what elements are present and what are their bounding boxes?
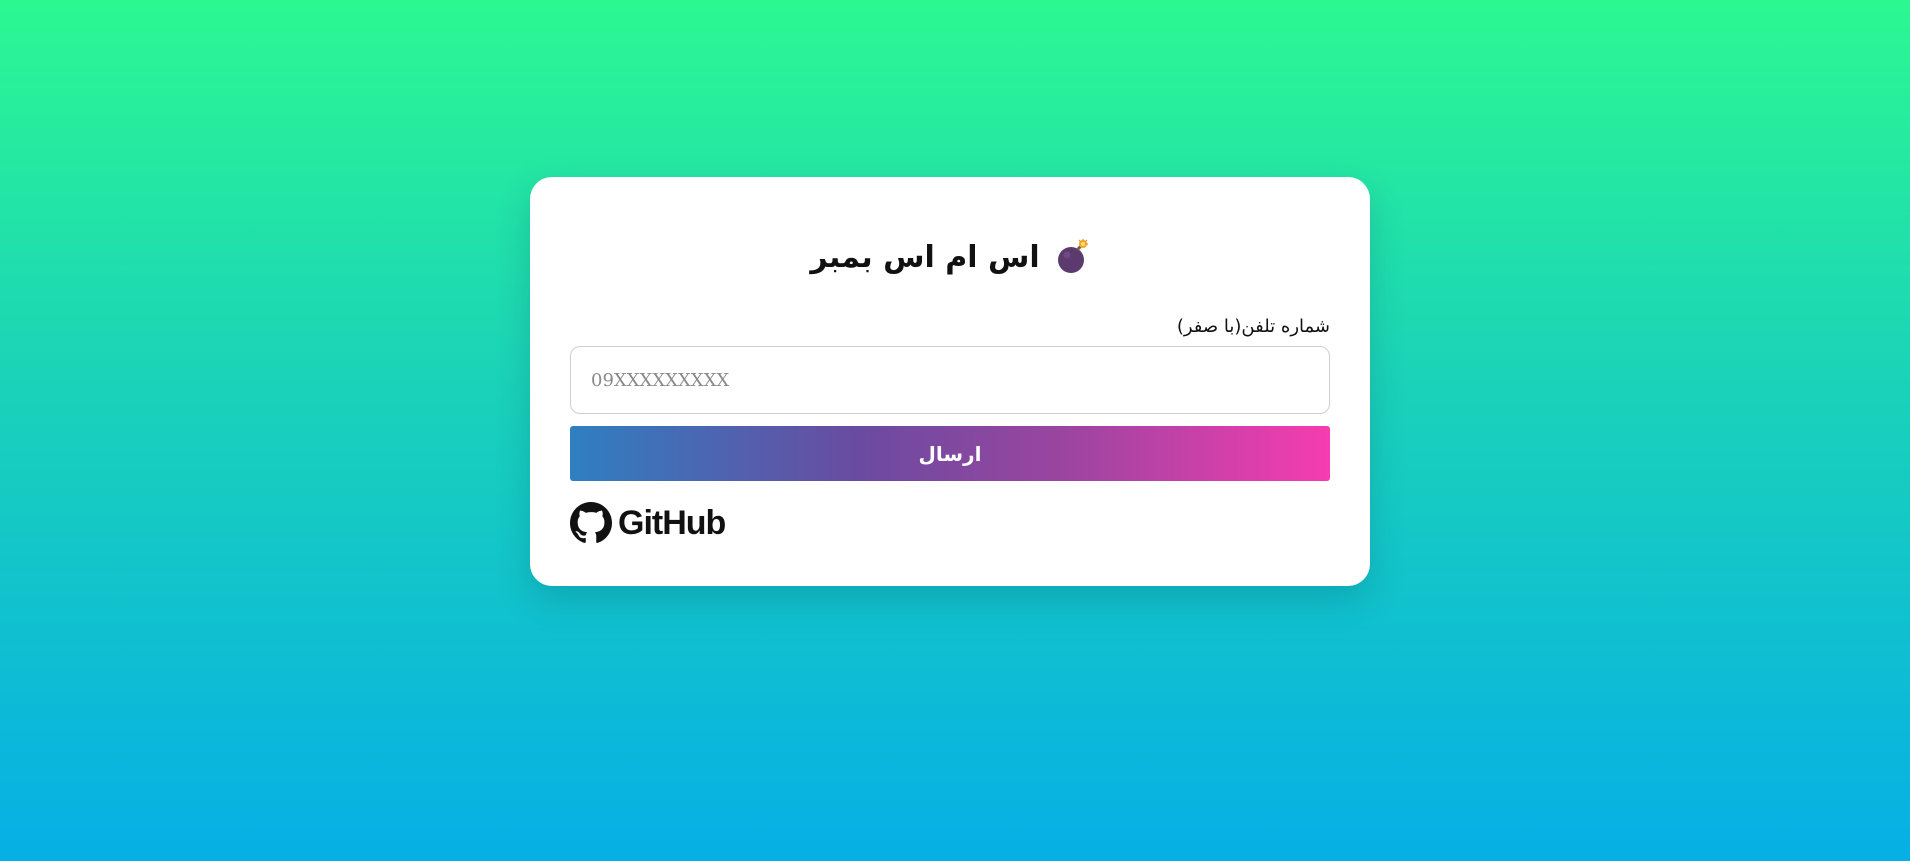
login-card: اس ام اس بمبر شماره تلفن(با صفر) ارسال G… (530, 177, 1370, 586)
submit-button[interactable]: ارسال (570, 426, 1330, 481)
header: اس ام اس بمبر (530, 232, 1370, 282)
phone-label: شماره تلفن(با صفر) (1176, 316, 1330, 337)
github-label: GitHub (618, 503, 726, 542)
page-title: اس ام اس بمبر (810, 239, 1040, 275)
phone-input[interactable] (570, 346, 1330, 414)
github-link[interactable]: GitHub (570, 502, 726, 544)
bomb-icon (1056, 239, 1090, 275)
github-icon (570, 502, 612, 544)
